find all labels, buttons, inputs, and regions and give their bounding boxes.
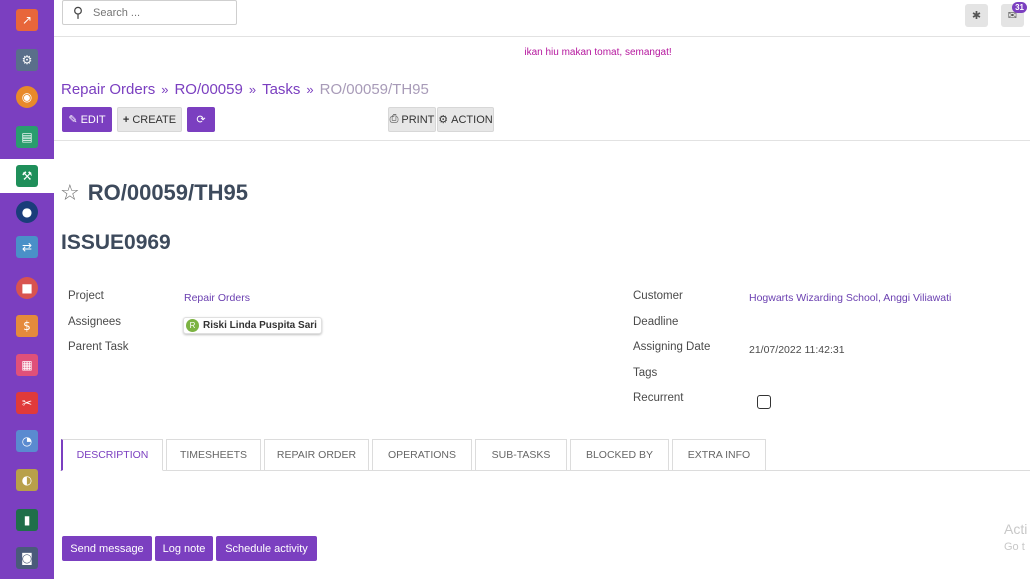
tab-repair-order[interactable]: REPAIR ORDER (264, 439, 369, 471)
tab-extra-info[interactable]: EXTRA INFO (672, 439, 766, 471)
gear-icon: ⚙ (438, 114, 449, 126)
search-input[interactable] (93, 6, 223, 19)
tab-blocked-by[interactable]: BLOCKED BY (570, 439, 669, 471)
manufacturing-icon: ✂ (16, 392, 38, 414)
avatar: R (186, 319, 199, 332)
tab-operations[interactable]: OPERATIONS (372, 439, 472, 471)
sidebar-item-repair[interactable]: ⚒ (0, 159, 54, 193)
plus-icon: + (122, 113, 130, 126)
record-title: RO/00059/TH95 (87, 180, 248, 205)
recurrent-label: Recurrent (633, 392, 684, 404)
sidebar-item-notes[interactable]: ■ (0, 271, 54, 305)
tags-label: Tags (633, 367, 658, 379)
log-note-button[interactable]: Log note (155, 536, 213, 561)
deadline-label: Deadline (633, 316, 679, 328)
sidebar-item-presentation[interactable]: ▤ (0, 120, 54, 154)
chevron-right-icon: » (161, 82, 169, 97)
watermark-line-2: Go t (1004, 541, 1025, 553)
repair-icon: ⚒ (16, 165, 38, 187)
edit-label: EDIT (80, 113, 106, 126)
action-label: ACTION (451, 113, 493, 126)
print-icon: ⎙ (389, 113, 399, 125)
parent-task-label: Parent Task (68, 341, 129, 353)
presentation-icon: ▤ (16, 126, 38, 148)
customer-value[interactable]: Hogwarts Wizarding School, Anggi Viliawa… (749, 292, 951, 304)
search-box[interactable]: ⚲ (62, 0, 237, 25)
breadcrumb-current: RO/00059/TH95 (319, 81, 429, 98)
recurrent-checkbox[interactable] (757, 395, 771, 409)
chart-icon: ↗ (16, 9, 38, 31)
schedule-activity-button[interactable]: Schedule activity (216, 536, 317, 561)
project-value[interactable]: Repair Orders (184, 292, 250, 304)
project-label: Project (68, 290, 104, 302)
tab-timesheets[interactable]: TIMESHEETS (166, 439, 261, 471)
refresh-button[interactable]: ⟳ (187, 107, 215, 132)
assignees-label: Assignees (68, 316, 122, 328)
refresh-icon: ⟳ (196, 113, 206, 126)
app-sidebar: ↗ ⚙ ◉ ▤ ⚒ ● ⇄ ■ $ ▦ ✂ ◔ ◐ ▮ ◙ (0, 0, 54, 579)
assigning-date-label: Assigning Date (633, 341, 711, 353)
attendance-icon: ◐ (16, 469, 38, 491)
edit-button[interactable]: ✎ EDIT (62, 107, 112, 132)
company-icon: ● (16, 201, 38, 223)
assignee-chip[interactable]: R Riski Linda Puspita Sari (183, 317, 322, 334)
top-bar: ⚲ ✱ ✉ 31 (54, 0, 1030, 37)
sidebar-item-attendance[interactable]: ◐ (0, 463, 54, 497)
create-label: CREATE (132, 113, 177, 126)
breadcrumb-repair-orders[interactable]: Repair Orders (61, 81, 155, 98)
sidebar-item-fleet[interactable]: ◙ (0, 541, 54, 575)
chevron-right-icon: » (248, 82, 257, 97)
watermark-line-1: Acti (1004, 521, 1028, 537)
print-button[interactable]: ⎙ PRINT (388, 107, 436, 132)
star-icon[interactable]: ☆ (60, 181, 80, 206)
divider (54, 140, 1030, 141)
tab-description[interactable]: DESCRIPTION (61, 439, 163, 471)
sidebar-item-website[interactable]: ◉ (0, 80, 54, 114)
sidebar-item-dashboard[interactable]: ↗ (0, 3, 54, 37)
windows-activation-watermark: Acti Go t (1004, 520, 1027, 556)
tab-sub-tasks[interactable]: SUB-TASKS (475, 439, 567, 471)
board-icon: ▮ (16, 509, 38, 531)
send-message-button[interactable]: Send message (62, 536, 152, 561)
globe-icon: ◉ (16, 86, 38, 108)
sidebar-item-company[interactable]: ● (0, 195, 54, 229)
messages-button[interactable]: ✉ 31 (1001, 2, 1027, 27)
issue-code: ISSUE0969 (61, 231, 171, 254)
fleet-icon: ◙ (16, 547, 38, 569)
assigning-date-value: 21/07/2022 11:42:31 (749, 344, 845, 356)
pos-icon: ▦ (16, 354, 38, 376)
inventory-icon: ⇄ (16, 236, 38, 258)
create-button[interactable]: + CREATE (117, 107, 182, 132)
announcement-banner: ikan hiu makan tomat, semangat! (524, 47, 672, 58)
assignee-name: Riski Linda Puspita Sari (203, 320, 317, 331)
sidebar-item-invoicing[interactable]: $ (0, 309, 54, 343)
sidebar-item-pos[interactable]: ▦ (0, 348, 54, 382)
sidebar-item-manufacturing[interactable]: ✂ (0, 386, 54, 420)
search-icon: ⚲ (72, 4, 84, 21)
sidebar-item-inventory[interactable]: ⇄ (0, 230, 54, 264)
invoice-icon: $ (16, 315, 38, 337)
employee-icon: ◔ (16, 430, 38, 452)
notes-icon: ■ (16, 277, 38, 299)
handshake-icon: ⚙ (16, 49, 38, 71)
messages-badge: 31 (1012, 2, 1027, 13)
sidebar-item-board[interactable]: ▮ (0, 503, 54, 537)
action-button[interactable]: ⚙ ACTION (437, 107, 494, 132)
title-row: ☆ RO/00059/TH95 (60, 180, 248, 206)
bug-icon: ✱ (971, 10, 982, 22)
chevron-right-icon: » (306, 82, 314, 97)
sidebar-item-crm[interactable]: ⚙ (0, 43, 54, 77)
customer-label: Customer (633, 290, 683, 302)
print-label: PRINT (401, 113, 435, 126)
breadcrumb-order[interactable]: RO/00059 (174, 81, 242, 98)
breadcrumb-tasks[interactable]: Tasks (262, 81, 300, 98)
pencil-icon: ✎ (68, 114, 78, 126)
debug-button[interactable]: ✱ (965, 4, 988, 27)
breadcrumb: Repair Orders » RO/00059 » Tasks » RO/00… (61, 81, 429, 98)
sidebar-item-employees[interactable]: ◔ (0, 424, 54, 458)
